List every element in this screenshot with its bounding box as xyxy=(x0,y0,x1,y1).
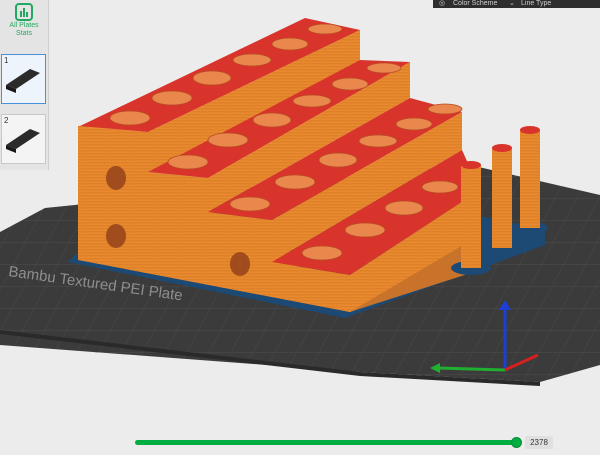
layer-slider: 2378 xyxy=(0,430,600,450)
staircase-model[interactable] xyxy=(78,18,480,312)
legend-bar: ◎ Color Scheme ⌄ Line Type xyxy=(433,0,600,8)
plate-thumbnail-1[interactable]: 1 xyxy=(1,54,46,104)
plate-thumbnail-2[interactable]: 2 xyxy=(1,114,46,164)
stats-icon xyxy=(15,3,33,21)
line-type-dropdown[interactable]: Line Type xyxy=(521,0,551,8)
stats-label-line2: Stats xyxy=(16,30,32,37)
color-scheme-dropdown[interactable]: Color Scheme xyxy=(453,0,497,8)
chevron-down-icon: ⌄ xyxy=(509,0,515,7)
plate-panel: All Plates Stats 1 2 xyxy=(0,0,49,170)
plate-number: 1 xyxy=(4,56,9,65)
scene-canvas: Bambu Textured PEI Plate xyxy=(0,18,600,386)
color-scheme-icon: ◎ xyxy=(439,0,446,7)
all-plates-stats-button[interactable]: All Plates Stats xyxy=(2,2,46,46)
layer-slider-value: 2378 xyxy=(525,436,553,449)
layer-slider-track[interactable] xyxy=(135,440,517,445)
3d-viewport[interactable]: Bambu Textured PEI Plate xyxy=(0,0,600,450)
stats-label-line1: All Plates xyxy=(9,22,39,29)
layer-slider-handle[interactable] xyxy=(511,437,522,448)
plate-number: 2 xyxy=(4,116,9,125)
